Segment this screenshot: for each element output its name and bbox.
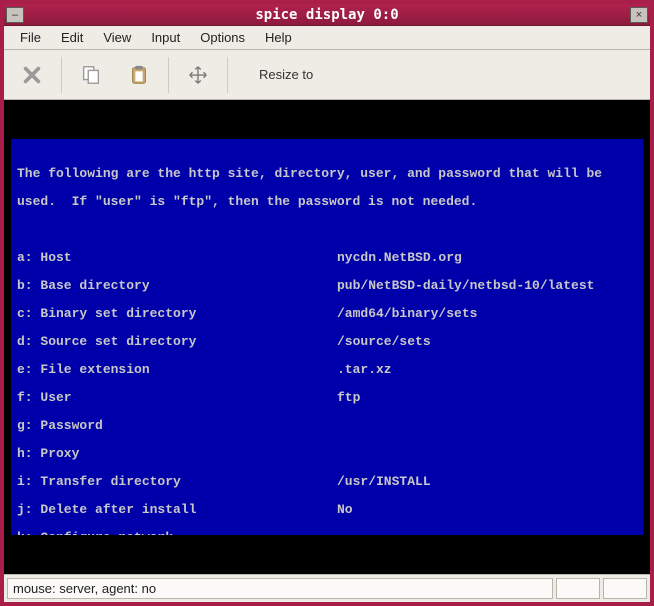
close-tool-button[interactable] [10,55,54,95]
menu-item-user[interactable]: f: Userftp [17,391,637,405]
menu-item-delete-after[interactable]: j: Delete after installNo [17,503,637,517]
menu-val [337,447,637,461]
move-arrows-icon [187,64,209,86]
menu-options[interactable]: Options [190,27,255,48]
menu-edit[interactable]: Edit [51,27,93,48]
menubar: File Edit View Input Options Help [4,26,650,50]
menu-key: c: Binary set directory [17,307,337,321]
blank-line [17,223,637,237]
menu-key: g: Password [17,419,337,433]
menu-val: /source/sets [337,335,637,349]
menu-val [337,419,637,433]
menu-val: nycdn.NetBSD.org [337,251,637,265]
menu-item-base-dir[interactable]: b: Base directorypub/NetBSD-daily/netbsd… [17,279,637,293]
fullscreen-tool-button[interactable] [176,55,220,95]
x-icon [21,64,43,86]
menu-key: b: Base directory [17,279,337,293]
toolbar: Resize to [4,50,650,100]
menu-item-configure-net[interactable]: k: Configure network [17,531,637,535]
status-cell-1 [556,578,600,599]
menu-val: pub/NetBSD-daily/netbsd-10/latest [337,279,637,293]
dash-icon: – [12,9,18,21]
menu-key: e: File extension [17,363,337,377]
menu-item-proxy[interactable]: h: Proxy [17,447,637,461]
toolbar-separator [61,57,62,93]
window-title: spice display 0:0 [26,7,628,23]
menu-val: .tar.xz [337,363,637,377]
titlebar[interactable]: – spice display 0:0 × [4,4,650,26]
copy-tool-button[interactable] [69,55,113,95]
toolbar-separator [227,57,228,93]
menu-item-password[interactable]: g: Password [17,419,637,433]
window-close-button[interactable]: × [630,7,648,23]
menu-key: j: Delete after install [17,503,337,517]
remote-display[interactable]: The following are the http site, directo… [4,100,650,574]
app-window: – spice display 0:0 × File Edit View Inp… [0,0,654,606]
menu-key: a: Host [17,251,337,265]
menu-key: d: Source set directory [17,335,337,349]
menu-key: i: Transfer directory [17,475,337,489]
menu-key: h: Proxy [17,447,337,461]
close-x-icon: × [636,9,642,21]
menu-view[interactable]: View [93,27,141,48]
installer-terminal[interactable]: The following are the http site, directo… [11,139,643,535]
menu-key: f: User [17,391,337,405]
menu-val: /amd64/binary/sets [337,307,637,321]
paste-tool-button[interactable] [117,55,161,95]
menu-help[interactable]: Help [255,27,302,48]
menu-val [337,531,637,535]
window-menu-button[interactable]: – [6,7,24,23]
intro-line-1: The following are the http site, directo… [17,167,637,181]
menu-item-host[interactable]: a: Hostnycdn.NetBSD.org [17,251,637,265]
menu-val: /usr/INSTALL [337,475,637,489]
intro-line-2: used. If "user" is "ftp", then the passw… [17,195,637,209]
statusbar: mouse: server, agent: no [4,574,650,602]
menu-item-transfer-dir[interactable]: i: Transfer directory/usr/INSTALL [17,475,637,489]
toolbar-separator [168,57,169,93]
status-text: mouse: server, agent: no [7,578,553,599]
resize-to-label: Resize to [259,67,313,82]
menu-val: ftp [337,391,637,405]
menu-item-binary-set-dir[interactable]: c: Binary set directory/amd64/binary/set… [17,307,637,321]
copy-icon [80,64,102,86]
menu-key: k: Configure network [17,531,337,535]
menu-file[interactable]: File [10,27,51,48]
menu-item-file-ext[interactable]: e: File extension.tar.xz [17,363,637,377]
clipboard-icon [128,64,150,86]
menu-item-source-set-dir[interactable]: d: Source set directory/source/sets [17,335,637,349]
menu-input[interactable]: Input [141,27,190,48]
menu-val: No [337,503,637,517]
status-cell-2 [603,578,647,599]
